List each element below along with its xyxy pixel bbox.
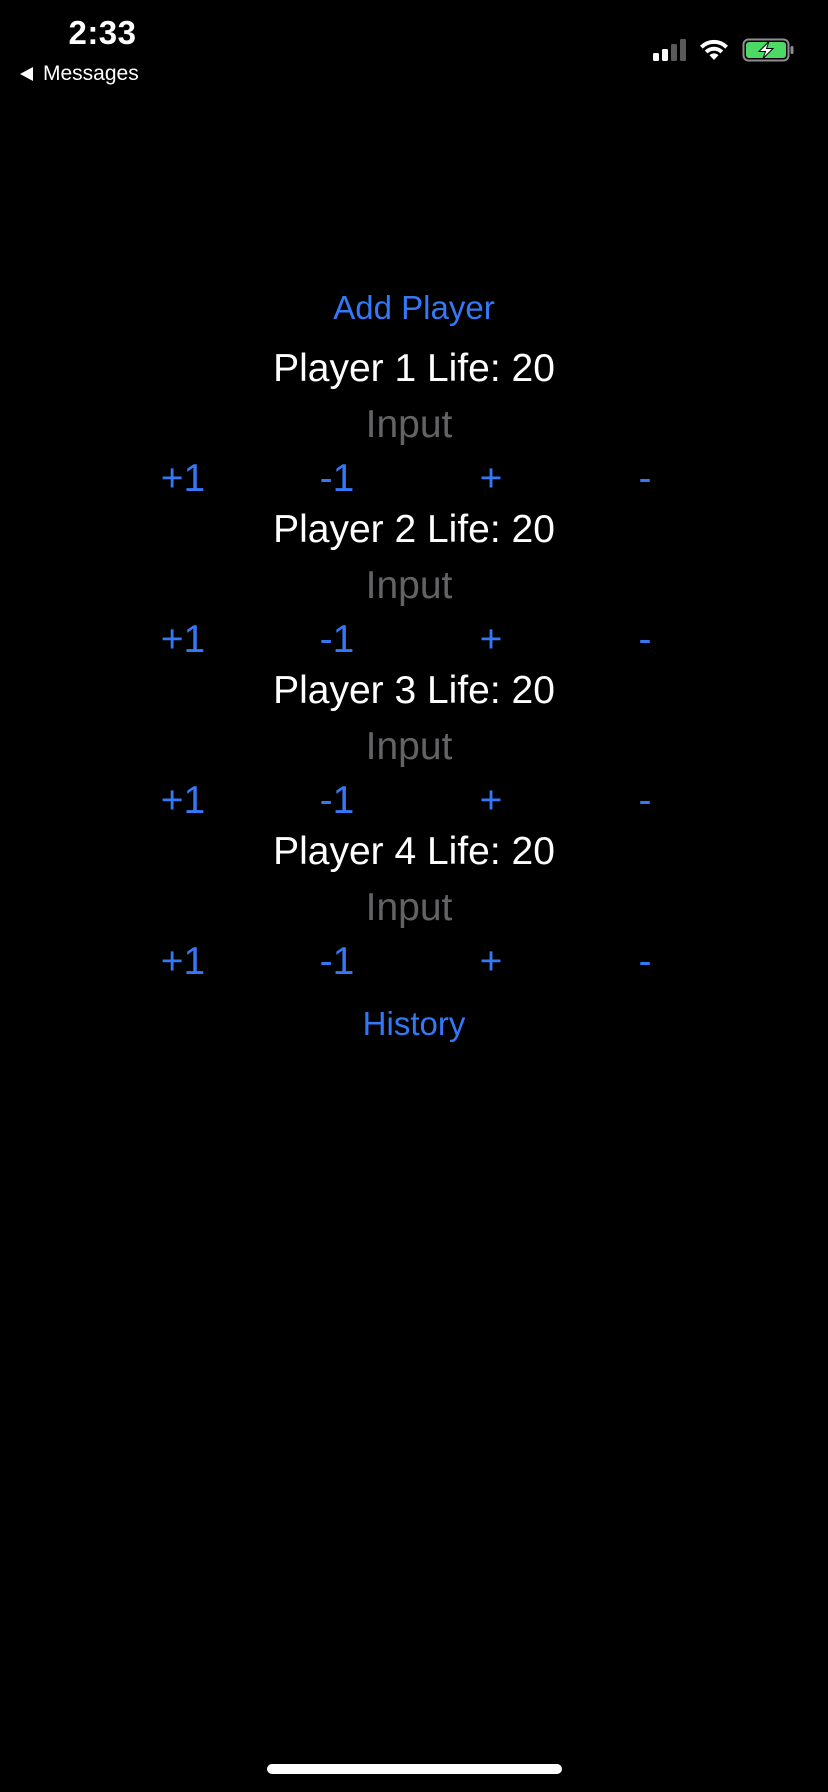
minus-one-button[interactable]: -1 (292, 937, 382, 987)
minus-one-button[interactable]: -1 (292, 454, 382, 504)
player-life-label: Player 1 Life: 20 (273, 347, 555, 390)
player-3-block: Player 3 Life: 20 +1 -1 + - (0, 666, 828, 827)
player-1-block: Player 1 Life: 20 +1 -1 + - (0, 344, 828, 505)
life-stepper-row: +1 -1 + - (0, 454, 828, 504)
life-stepper-row: +1 -1 + - (0, 615, 828, 665)
life-change-input[interactable] (254, 561, 564, 611)
home-indicator[interactable] (267, 1764, 562, 1774)
minus-one-button[interactable]: -1 (292, 615, 382, 665)
minus-one-button[interactable]: -1 (292, 776, 382, 826)
player-life-label: Player 2 Life: 20 (273, 508, 555, 551)
plus-one-button[interactable]: +1 (138, 776, 228, 826)
life-change-input[interactable] (254, 883, 564, 933)
subtract-input-button[interactable]: - (600, 615, 690, 665)
life-stepper-row: +1 -1 + - (0, 937, 828, 987)
plus-one-button[interactable]: +1 (138, 937, 228, 987)
plus-one-button[interactable]: +1 (138, 615, 228, 665)
player-4-block: Player 4 Life: 20 +1 -1 + - (0, 827, 828, 988)
life-change-input[interactable] (254, 400, 564, 450)
history-button[interactable]: History (314, 1000, 514, 1048)
back-arrow-icon (20, 67, 33, 81)
status-time: 2:33 (68, 14, 137, 51)
life-stepper-row: +1 -1 + - (0, 776, 828, 826)
back-to-messages-button[interactable]: Messages (20, 60, 139, 88)
subtract-input-button[interactable]: - (600, 776, 690, 826)
player-2-block: Player 2 Life: 20 +1 -1 + - (0, 505, 828, 666)
status-bar: 2:33 Messages (0, 0, 828, 100)
signal-icon (653, 39, 686, 61)
add-input-button[interactable]: + (446, 615, 536, 665)
subtract-input-button[interactable]: - (600, 454, 690, 504)
life-change-input[interactable] (254, 722, 564, 772)
wifi-icon (700, 39, 728, 60)
plus-one-button[interactable]: +1 (138, 454, 228, 504)
player-life-label: Player 4 Life: 20 (273, 830, 555, 873)
add-input-button[interactable]: + (446, 454, 536, 504)
add-player-button[interactable]: Add Player (264, 284, 564, 332)
add-input-button[interactable]: + (446, 776, 536, 826)
battery-charging-icon (742, 38, 794, 62)
add-input-button[interactable]: + (446, 937, 536, 987)
player-life-label: Player 3 Life: 20 (273, 669, 555, 712)
back-label: Messages (43, 62, 139, 85)
status-icons (653, 36, 796, 64)
subtract-input-button[interactable]: - (600, 937, 690, 987)
